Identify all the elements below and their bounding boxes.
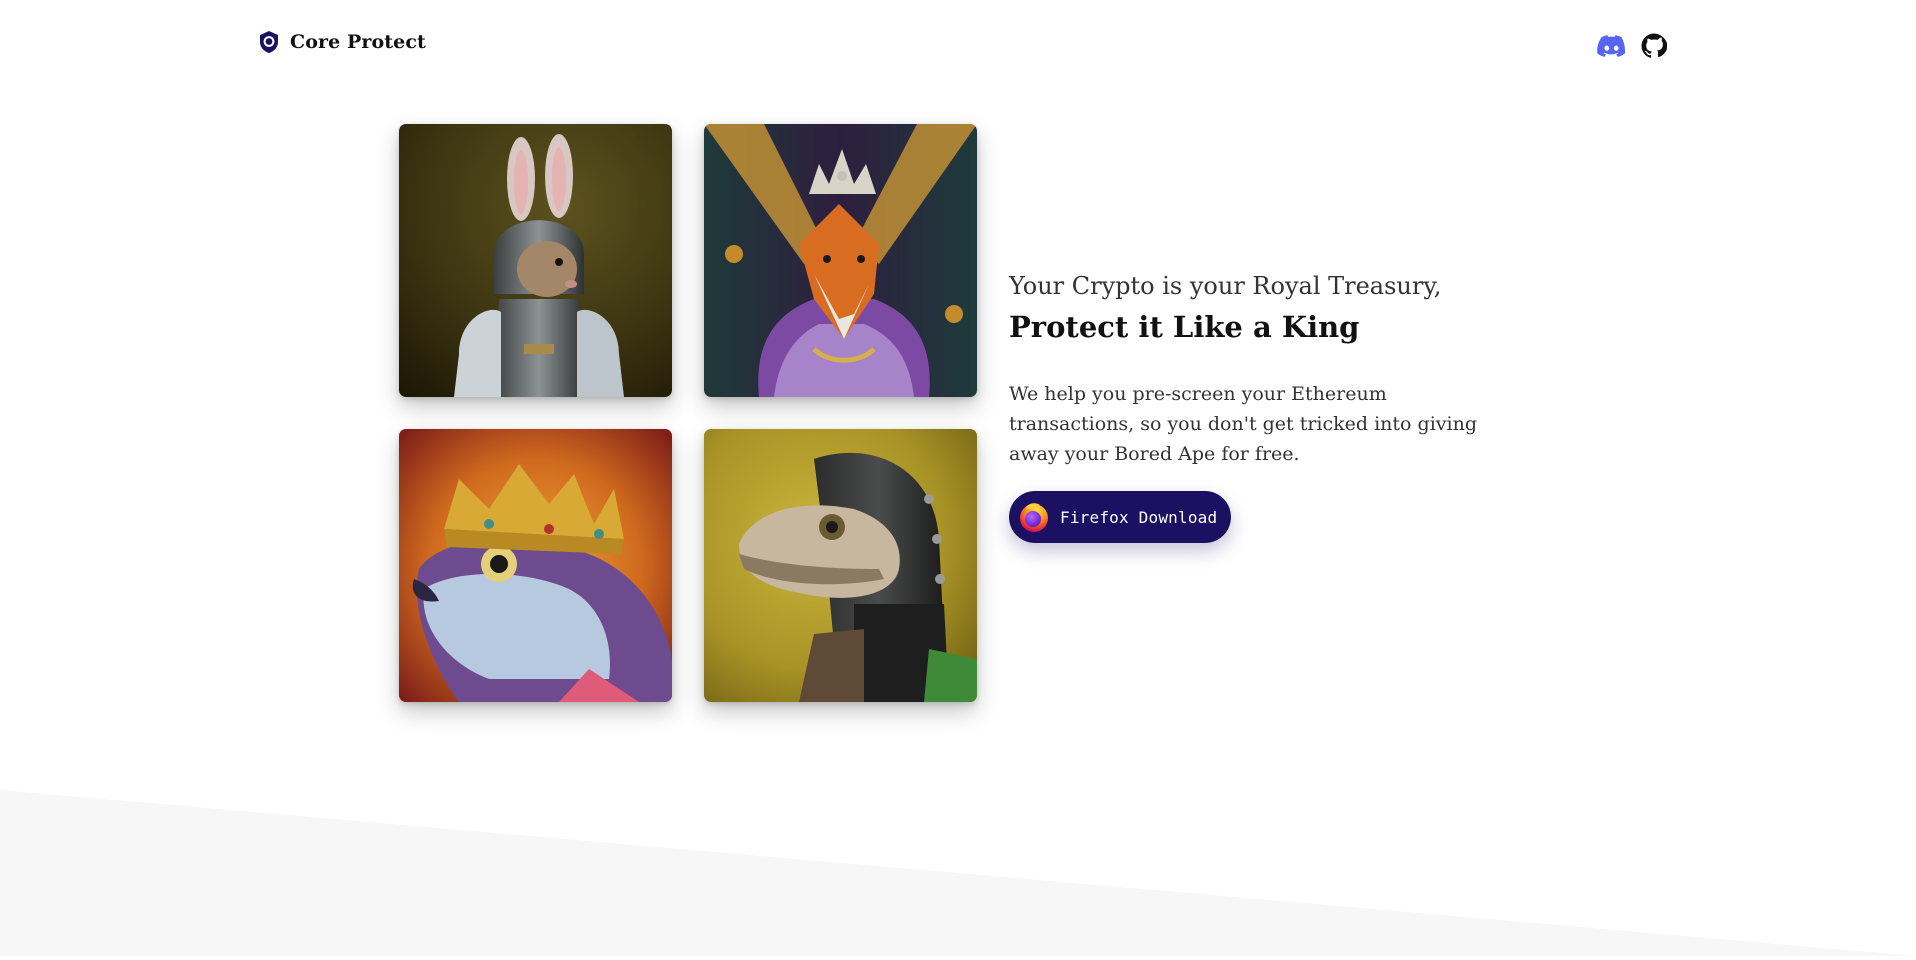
discord-icon[interactable] bbox=[1597, 32, 1626, 59]
site-header: Core Protect bbox=[0, 0, 1916, 90]
hero-tagline: Your Crypto is your Royal Treasury, bbox=[1009, 272, 1442, 300]
brand[interactable]: Core Protect bbox=[258, 30, 426, 54]
hero-headline: Protect it Like a King bbox=[1009, 310, 1360, 344]
firefox-download-button[interactable]: Firefox Download bbox=[1009, 491, 1232, 543]
hero-description: We help you pre-screen your Ethereum tra… bbox=[1009, 383, 1477, 465]
lizard-knight-portrait bbox=[704, 429, 977, 702]
firefox-download-label: Firefox Download bbox=[1060, 507, 1218, 527]
portrait-gallery bbox=[399, 124, 977, 702]
shield-icon bbox=[258, 30, 280, 54]
fish-king-portrait bbox=[399, 429, 672, 702]
brand-name: Core Protect bbox=[290, 31, 426, 53]
footer-background-band bbox=[0, 790, 1916, 956]
fox-king-portrait bbox=[704, 124, 977, 397]
social-links bbox=[1597, 32, 1668, 59]
rabbit-knight-portrait bbox=[399, 124, 672, 397]
firefox-icon bbox=[1018, 501, 1050, 533]
github-icon[interactable] bbox=[1639, 32, 1668, 59]
hero-section: Your Crypto is your Royal Treasury, Prot… bbox=[1009, 267, 1529, 543]
